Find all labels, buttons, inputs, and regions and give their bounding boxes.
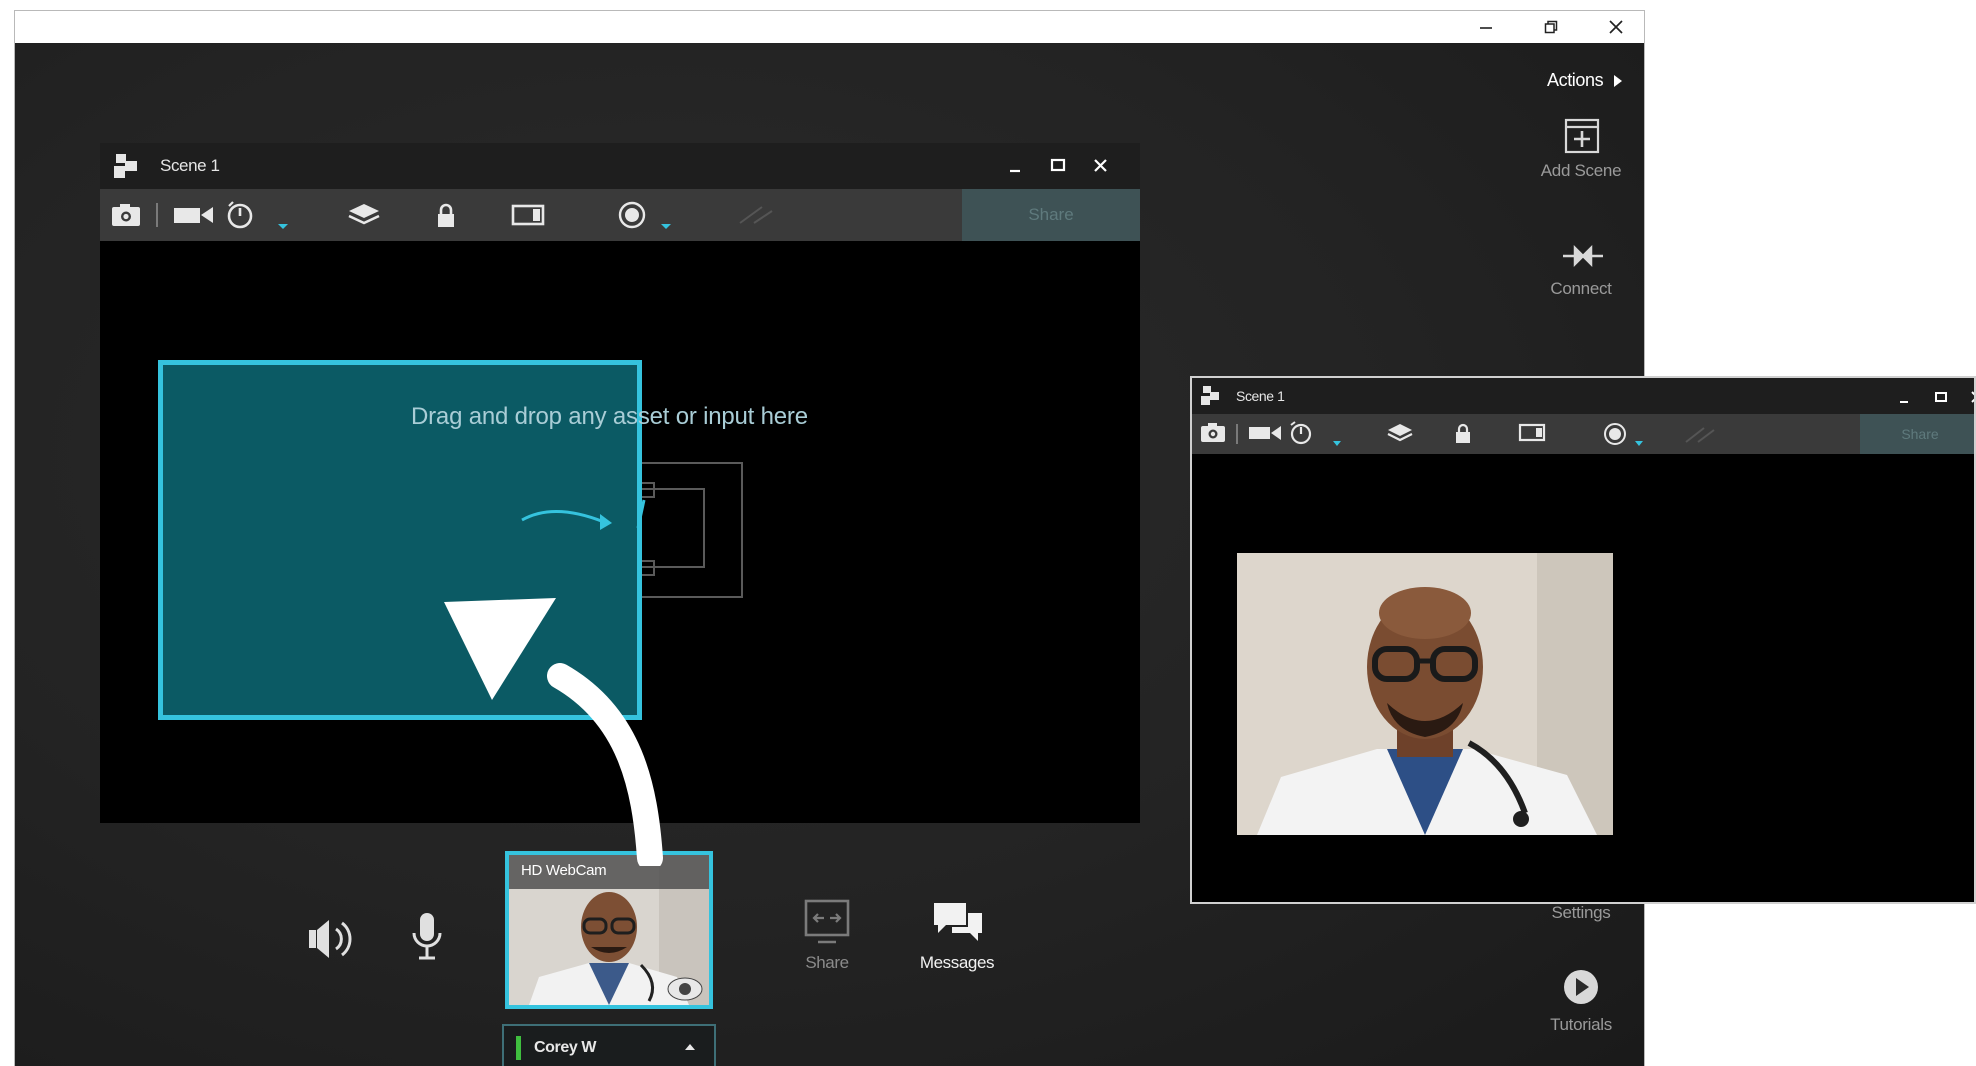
webcam-tile[interactable]: HD WebCam [505, 851, 713, 1009]
lock-icon [438, 203, 454, 227]
annotate-button[interactable] [736, 201, 780, 229]
lock-icon[interactable] [1454, 422, 1472, 444]
scene-logo-icon [114, 154, 137, 178]
add-scene-icon [1564, 118, 1600, 154]
scene-titlebar: Scene 1 [100, 143, 1140, 189]
fit-screen-icon [511, 204, 545, 226]
popout-title: Scene 1 [1236, 388, 1285, 404]
tutorials-label: Tutorials [1550, 1015, 1612, 1034]
video-button[interactable] [172, 199, 218, 231]
window-titlebar [15, 11, 1644, 43]
minimize-button[interactable] [1456, 11, 1516, 43]
scene-close-button[interactable] [1093, 158, 1108, 173]
user-select[interactable]: Corey W [502, 1024, 716, 1066]
actions-menu[interactable]: Actions [1547, 70, 1623, 91]
screen-share-label: Share [805, 953, 849, 972]
restore-icon [1544, 20, 1558, 34]
messages-button[interactable]: Messages [897, 899, 1017, 999]
add-scene-label: Add Scene [1540, 161, 1622, 180]
snapshot-button[interactable] [110, 199, 142, 231]
scene-logo-icon [1201, 386, 1219, 405]
snapshot-icon [112, 204, 140, 226]
minimize-icon [1480, 27, 1492, 29]
volume-button[interactable] [303, 913, 359, 965]
layers-button[interactable] [346, 199, 382, 231]
chevron-up-icon [685, 1044, 695, 1050]
screen-share-icon [804, 899, 850, 944]
tutorials-icon [1564, 970, 1598, 1004]
messages-label: Messages [919, 953, 995, 972]
timer-dropdown-icon[interactable] [277, 222, 289, 230]
user-name: Corey W [534, 1039, 597, 1056]
snapshot-icon[interactable] [1200, 422, 1226, 444]
connect-icon [1563, 244, 1603, 268]
layers-icon[interactable] [1386, 422, 1414, 444]
layers-icon [348, 204, 380, 225]
settings-button[interactable]: Settings [1511, 903, 1644, 943]
video-camera-icon [174, 207, 213, 223]
timer-button[interactable] [222, 199, 258, 231]
popout-maximize-button[interactable] [1934, 390, 1948, 404]
popout-toolbar: Share [1192, 414, 1974, 454]
add-scene-button[interactable]: Add Scene [1511, 117, 1644, 217]
timer-icon [227, 201, 253, 229]
drag-arrow-icon [444, 598, 663, 866]
timer-icon[interactable] [1288, 420, 1314, 446]
record-icon [618, 201, 646, 229]
tutorials-button[interactable]: Tutorials [1511, 967, 1644, 1066]
lock-button[interactable] [430, 199, 462, 231]
screen-share-button[interactable]: Share [767, 899, 887, 999]
pen-icon[interactable] [1682, 424, 1722, 444]
timer-dropdown-icon[interactable] [1332, 440, 1342, 447]
restore-button[interactable] [1521, 11, 1581, 43]
scene-title: Scene 1 [160, 156, 220, 175]
volume-icon [309, 920, 352, 958]
record-button[interactable] [615, 199, 649, 231]
chevron-right-icon [1614, 74, 1623, 87]
webcam-video-feed [1237, 553, 1613, 835]
popout-close-button[interactable] [1970, 390, 1976, 404]
scene-maximize-button[interactable] [1050, 157, 1066, 173]
record-icon[interactable] [1602, 421, 1628, 447]
pen-icon [739, 206, 773, 224]
record-dropdown-icon[interactable] [1634, 440, 1644, 447]
messages-icon [934, 903, 982, 941]
popout-titlebar: Scene 1 [1192, 378, 1974, 414]
scene-window-popout: Scene 1 Share [1190, 376, 1976, 904]
fit-screen-button[interactable] [510, 199, 546, 231]
close-icon [1609, 20, 1623, 34]
scene-toolbar: Share [100, 189, 1140, 241]
drop-hint-arrow-icon [521, 499, 646, 530]
record-dropdown-icon[interactable] [660, 222, 672, 230]
connect-button[interactable]: Connect [1511, 237, 1644, 337]
popout-minimize-button[interactable] [1898, 392, 1910, 404]
status-indicator [516, 1036, 521, 1060]
video-camera-icon[interactable] [1248, 424, 1284, 442]
microphone-icon [412, 913, 442, 960]
fit-screen-icon[interactable] [1518, 423, 1546, 443]
microphone-button[interactable] [407, 909, 447, 969]
popout-share-button[interactable]: Share [1860, 414, 1974, 454]
scene-share-button[interactable]: Share [962, 189, 1140, 241]
settings-label: Settings [1551, 903, 1611, 922]
connect-label: Connect [1550, 279, 1612, 298]
actions-label: Actions [1547, 70, 1604, 90]
scene-minimize-button[interactable] [1008, 159, 1022, 173]
drop-hint-text: Drag and drop any asset or input here [411, 403, 808, 430]
close-button[interactable] [1586, 11, 1644, 43]
